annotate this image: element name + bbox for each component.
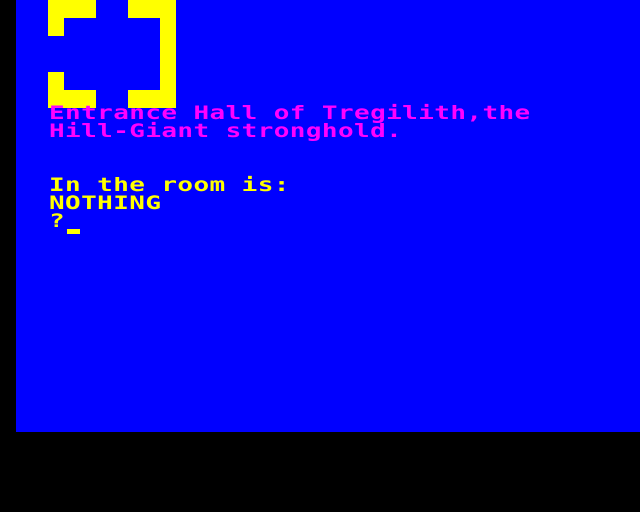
command-input[interactable]: ? — [49, 210, 89, 234]
command-prompt: ? — [49, 210, 66, 233]
room-exits-map-icon — [48, 0, 176, 108]
block-cursor-icon — [67, 229, 80, 234]
room-title-line-2: Hill-Giant stronghold. — [49, 120, 403, 143]
room-contents-value: NOTHING — [49, 192, 162, 215]
game-screen: Entrance Hall of Tregilith,the Hill-Gian… — [0, 0, 640, 512]
room-title-line-1: Entrance Hall of Tregilith,the — [49, 102, 531, 125]
room-contents-label: In the room is: — [49, 174, 290, 197]
